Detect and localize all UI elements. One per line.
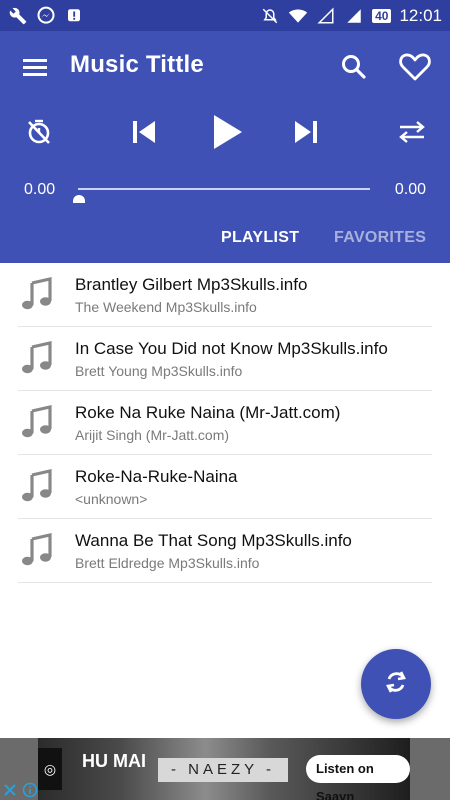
song-title: Roke-Na-Ruke-Naina: [75, 467, 238, 486]
seek-track[interactable]: [78, 188, 370, 190]
music-note-icon: [20, 341, 54, 375]
list-item[interactable]: Wanna Be That Song Mp3Skulls.info Brett …: [18, 519, 432, 583]
mute-icon: [260, 6, 280, 26]
music-note-icon: [20, 405, 54, 439]
time-elapsed: 0.00: [24, 181, 56, 198]
seek-thumb[interactable]: [73, 195, 85, 203]
time-total: 0.00: [394, 181, 426, 198]
4g-signal-icon: [344, 6, 364, 26]
song-list: Brantley Gilbert Mp3Skulls.info The Week…: [18, 263, 432, 583]
list-item[interactable]: In Case You Did not Know Mp3Skulls.info …: [18, 327, 432, 391]
song-artist: Brett Young Mp3Skulls.info: [75, 363, 243, 379]
timer-off-icon[interactable]: [24, 117, 54, 147]
tab-favorites[interactable]: FAVORITES: [334, 229, 426, 247]
battery-level: 40: [372, 8, 392, 23]
ad-creative[interactable]: ◎ HU MAI - NAEZY - Listen on Saavn: [38, 738, 410, 800]
search-icon[interactable]: [338, 51, 370, 83]
ad-center-text: - NAEZY -: [158, 758, 288, 782]
ad-cta-button[interactable]: Listen on Saavn: [306, 755, 410, 800]
status-bar-right: 40 12:01: [260, 6, 442, 26]
ad-banner[interactable]: ◎ HU MAI - NAEZY - Listen on Saavn: [0, 738, 450, 800]
shuffle-icon[interactable]: [396, 117, 428, 147]
list-item[interactable]: Brantley Gilbert Mp3Skulls.info The Week…: [18, 263, 432, 327]
song-artist: Brett Eldredge Mp3Skulls.info: [75, 555, 260, 571]
ad-info-icon[interactable]: [22, 782, 38, 798]
menu-icon[interactable]: [18, 53, 52, 83]
heart-icon[interactable]: [398, 51, 432, 83]
skip-next-icon[interactable]: [292, 117, 320, 147]
song-artist: Arijit Singh (Mr-Jatt.com): [75, 427, 230, 443]
skip-previous-icon[interactable]: [130, 117, 158, 147]
song-title: Roke Na Ruke Naina (Mr-Jatt.com): [75, 403, 341, 422]
player-header: Music Tittle 0.00 0.00 PLAYLIST FAVORITE…: [0, 31, 450, 263]
notification-icon: [64, 6, 84, 26]
messenger-icon: [36, 6, 56, 26]
song-artist: The Weekend Mp3Skulls.info: [75, 299, 257, 315]
song-title: In Case You Did not Know Mp3Skulls.info: [75, 339, 388, 358]
wifi-icon: [288, 6, 308, 26]
wrench-icon: [8, 6, 28, 26]
play-icon[interactable]: [208, 111, 246, 153]
status-bar-left: [8, 6, 84, 26]
clock-time: 12:01: [399, 5, 442, 25]
music-note-icon: [20, 277, 54, 311]
seek-bar-area: 0.00 0.00: [0, 171, 450, 211]
list-item[interactable]: Roke-Na-Ruke-Naina <unknown>: [18, 455, 432, 519]
music-note-icon: [20, 469, 54, 503]
refresh-icon: [382, 668, 410, 701]
list-item[interactable]: Roke Na Ruke Naina (Mr-Jatt.com) Arijit …: [18, 391, 432, 455]
song-artist: <unknown>: [75, 491, 148, 507]
toolbar: Music Tittle: [0, 31, 450, 103]
playback-controls: [0, 103, 450, 163]
ad-logo-icon: ◎: [38, 748, 62, 790]
music-note-icon: [20, 533, 54, 567]
song-title: Brantley Gilbert Mp3Skulls.info: [75, 275, 308, 294]
status-bar: 40 12:01: [0, 0, 450, 31]
signal-icon: [316, 6, 336, 26]
app-title: Music Tittle: [70, 51, 204, 78]
song-title: Wanna Be That Song Mp3Skulls.info: [75, 531, 352, 550]
ad-left-text: HU MAI: [82, 751, 146, 771]
ad-close-icon[interactable]: [2, 782, 18, 798]
tab-bar: PLAYLIST FAVORITES: [0, 221, 450, 263]
tab-playlist[interactable]: PLAYLIST: [221, 229, 299, 247]
refresh-button[interactable]: [361, 649, 431, 719]
